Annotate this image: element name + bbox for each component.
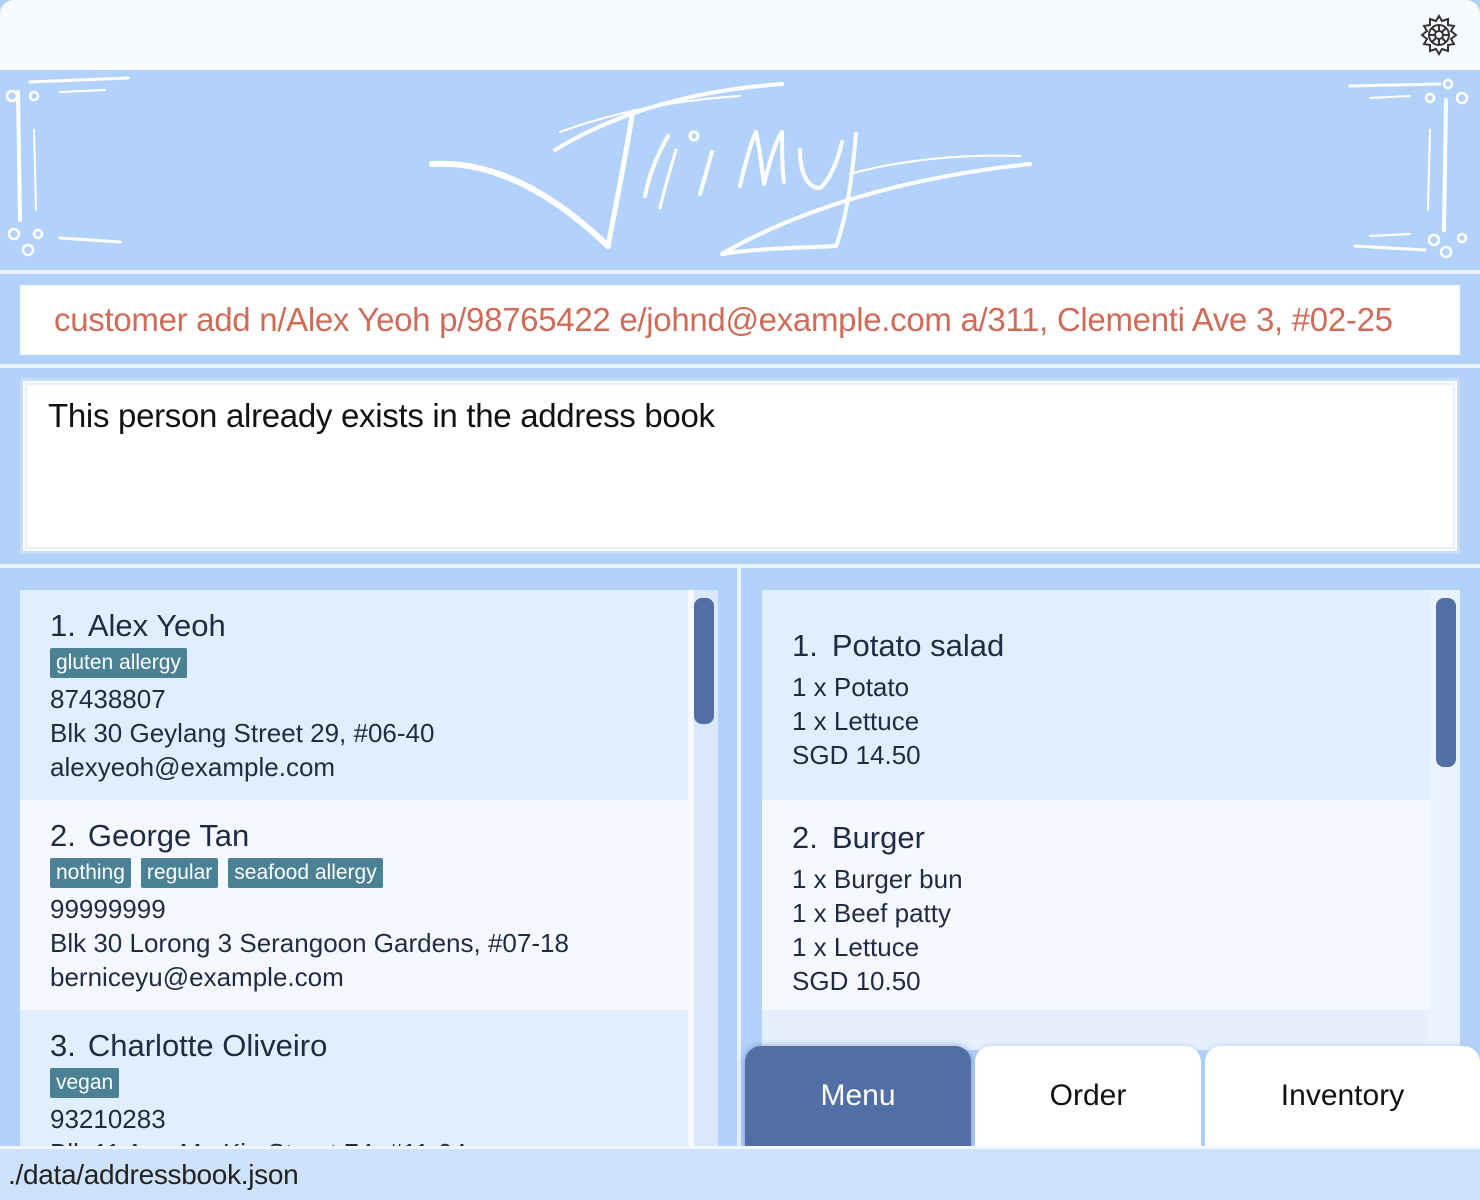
menu-list[interactable]: 1. Potato salad 1 x Potato 1 x Lettuce SG… [762,590,1460,1050]
menu-item-price: SGD 14.50 [792,740,921,770]
customer-email: berniceyu@example.com [50,962,344,992]
tab-bar: Menu Order Inventory [745,1046,1480,1146]
customer-index: 3. [50,1028,76,1063]
ingredient: 1 x Burger bun [792,864,963,894]
customer-name-row: 1. Alex Yeoh [50,608,688,644]
ingredient: 1 x Beef patty [792,898,951,928]
menu-item-price: SGD 10.50 [792,966,921,996]
logo-banner [0,70,1480,270]
customer-phone: 93210283 [50,1104,166,1134]
customer-index: 2. [50,818,76,853]
customer-email: alexyeoh@example.com [50,752,336,782]
customer-phone: 87438807 [50,684,166,714]
tab-menu[interactable]: Menu [745,1046,971,1146]
scrollbar-thumb[interactable] [1436,598,1456,767]
panel-divider[interactable] [737,568,741,1146]
menu-item-name: Potato salad [831,628,1005,663]
customer-index: 1. [50,608,76,643]
customer-name: Alex Yeoh [87,608,226,643]
tab-order[interactable]: Order [975,1046,1201,1146]
tag: vegan [50,1068,120,1098]
menu-item-name: Burger [831,820,925,855]
ingredient: 1 x Lettuce [792,706,920,736]
tag: seafood allergy [228,858,383,888]
customer-name-row: 3. Charlotte Oliveiro [50,1028,688,1064]
customer-card[interactable]: 2. George Tan nothing regular seafood aller… [20,800,688,1010]
customer-list-scrollbar[interactable] [694,590,718,1146]
menu-item-card[interactable]: 1. Potato salad 1 x Potato 1 x Lettuce SG… [762,590,1430,800]
menu-item-index: 2. [792,820,818,855]
customer-address: Blk 30 Geylang Street 29, #06-40 [50,718,435,748]
customer-address: Blk 30 Lorong 3 Serangoon Gardens, #07-1… [50,928,569,958]
tab-inventory[interactable]: Inventory [1205,1046,1480,1146]
tag: regular [140,858,219,888]
tag-list: vegan [50,1068,688,1100]
customer-address: Blk 11 Ang Mo Kio Street 74, #11-04 [50,1136,688,1146]
customer-name: Charlotte Oliveiro [87,1028,328,1063]
command-input[interactable] [20,285,1460,355]
result-display[interactable]: This person already exists in the addres… [20,378,1460,554]
jimy-logo [5,76,1469,259]
menu-item-card[interactable]: 2. Burger 1 x Burger bun 1 x Beef patty 1… [762,800,1430,1010]
separator [0,364,1480,368]
settings-gear-icon[interactable] [1416,12,1462,58]
tag-list: gluten allergy [50,648,688,680]
separator [0,270,1480,274]
tag: nothing [50,858,131,888]
ingredient: 1 x Potato [792,672,910,702]
tag-list: nothing regular seafood allergy [50,858,688,890]
save-file-path: ./data/addressbook.json [8,1159,299,1190]
customer-list[interactable]: 1. Alex Yeoh gluten allergy 87438807 Blk … [20,590,718,1146]
customer-card[interactable]: 3. Charlotte Oliveiro vegan 93210283 Blk … [20,1010,688,1146]
tag: gluten allergy [50,648,187,678]
title-bar [0,0,1480,70]
menu-item-name-row: 2. Burger [792,820,1430,856]
result-message: This person already exists in the addres… [48,397,715,434]
menu-item-name-row: 1. Potato salad [792,628,1430,664]
ingredient: 1 x Lettuce [792,932,920,962]
customer-name-row: 2. George Tan [50,818,688,854]
customer-phone: 99999999 [50,894,166,924]
command-box[interactable] [20,285,1460,355]
menu-item-index: 1. [792,628,818,663]
scrollbar-thumb[interactable] [694,598,714,724]
customer-name: George Tan [87,818,250,853]
menu-list-scrollbar[interactable] [1430,590,1460,1050]
customer-card[interactable]: 1. Alex Yeoh gluten allergy 87438807 Blk … [20,590,688,800]
status-bar: ./data/addressbook.json [0,1146,1480,1200]
